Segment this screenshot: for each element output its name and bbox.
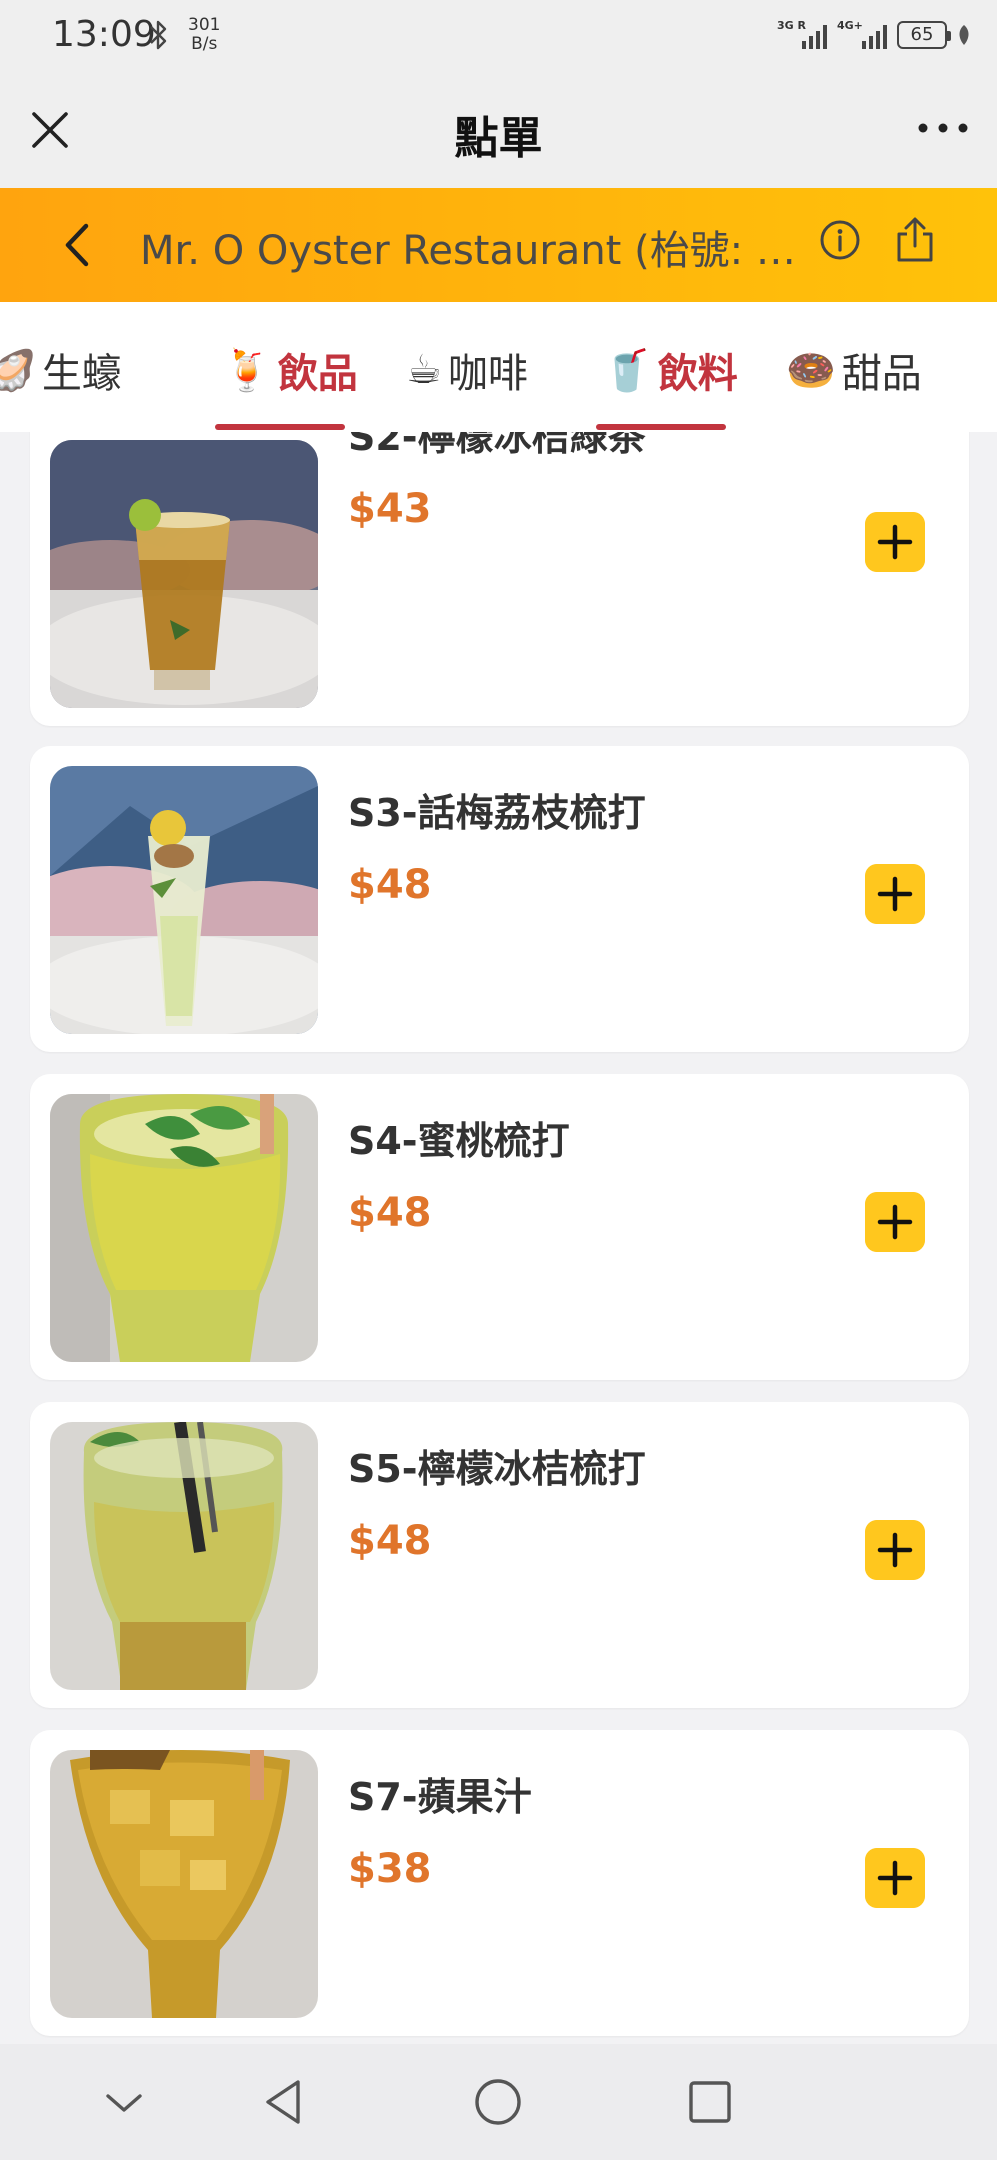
tab-drinks-underline <box>215 424 345 430</box>
category-tabs: 🦪 生蠔 🍹 飲品 ☕ 咖啡 🥤 飲料 🍩 甜品 <box>0 302 997 432</box>
item-name: S2-檸檬冰桔綠茶 <box>348 432 646 459</box>
item-price: $48 <box>348 1190 432 1236</box>
plus-icon[interactable] <box>865 1520 925 1580</box>
item-price: $43 <box>348 486 432 532</box>
item-price: $38 <box>348 1846 432 1892</box>
status-bar: 13:09 301 B/s 3G R 4G+ 65 <box>0 0 997 70</box>
restaurant-name: Mr. O Oyster Restaurant (枱號: .Di... <box>140 228 800 274</box>
menu-item-card[interactable]: S7-蘋果汁 $38 <box>30 1730 969 2036</box>
system-nav-bar <box>0 2044 997 2160</box>
top-bar: 點單 <box>0 70 997 188</box>
tab-desserts[interactable]: 🍩 甜品 <box>786 340 922 400</box>
item-price: $48 <box>348 1518 432 1564</box>
drink-photo <box>50 1422 318 1690</box>
status-time: 13:09 <box>52 14 156 55</box>
tab-label: 飲品 <box>277 351 358 397</box>
item-name: S4-蜜桃梳打 <box>348 1119 570 1163</box>
menu-item-card[interactable]: S2-檸檬冰桔綠茶 $43 <box>30 432 969 726</box>
drink-photo <box>50 766 318 1034</box>
page-title: 點單 <box>454 113 543 164</box>
network-speed: 301 B/s <box>188 15 221 54</box>
tab-label: 咖啡 <box>447 351 528 397</box>
signal-1-icon: 3G R <box>777 19 827 51</box>
nav-home-icon[interactable] <box>472 2076 524 2128</box>
tab-beverages-underline <box>596 424 726 430</box>
bluetooth-icon <box>150 20 167 50</box>
item-name: S7-蘋果汁 <box>348 1775 532 1819</box>
nav-recents-icon[interactable] <box>684 2076 736 2128</box>
tab-label: 飲料 <box>657 351 738 397</box>
battery-icon: 65 <box>897 21 951 49</box>
share-icon[interactable] <box>893 216 937 264</box>
nav-back-icon[interactable] <box>260 2076 312 2128</box>
info-icon[interactable] <box>818 218 862 262</box>
tab-beverages[interactable]: 🥤 飲料 <box>602 340 738 400</box>
plus-icon[interactable] <box>865 512 925 572</box>
cocktail-icon: 🍹 <box>222 347 272 394</box>
tab-drinks[interactable]: 🍹 飲品 <box>222 340 358 400</box>
tab-oysters[interactable]: 🦪 生蠔 <box>0 340 122 400</box>
nav-down-icon[interactable] <box>98 2076 150 2128</box>
back-icon[interactable] <box>58 218 98 272</box>
menu-item-card[interactable]: S3-話梅荔枝梳打 $48 <box>30 746 969 1052</box>
status-indicators: 3G R 4G+ 65 <box>777 18 971 52</box>
signal-2-icon: 4G+ <box>837 19 887 51</box>
tab-label: 生蠔 <box>41 351 122 397</box>
plus-icon[interactable] <box>865 864 925 924</box>
drink-photo <box>50 1750 318 2018</box>
more-icon[interactable] <box>915 116 971 140</box>
drink-photo <box>50 440 318 708</box>
cup-with-straw-icon: 🥤 <box>602 347 652 394</box>
menu-item-card[interactable]: S5-檸檬冰桔梳打 $48 <box>30 1402 969 1708</box>
restaurant-bar: Mr. O Oyster Restaurant (枱號: .Di... <box>0 188 997 302</box>
tab-label: 甜品 <box>841 351 922 397</box>
plus-icon[interactable] <box>865 1848 925 1908</box>
menu-item-card[interactable]: S4-蜜桃梳打 $48 <box>30 1074 969 1380</box>
power-saving-icon <box>959 25 969 45</box>
item-price: $48 <box>348 862 432 908</box>
plus-icon[interactable] <box>865 1192 925 1252</box>
menu-item-list[interactable]: S2-檸檬冰桔綠茶 $43 S3-話梅荔枝梳打 $48 S4-蜜桃梳打 $48 … <box>0 432 997 2044</box>
item-name: S3-話梅荔枝梳打 <box>348 791 646 835</box>
item-name: S5-檸檬冰桔梳打 <box>348 1447 646 1491</box>
coffee-icon: ☕ <box>406 347 442 393</box>
oyster-icon: 🦪 <box>0 347 36 394</box>
doughnut-icon: 🍩 <box>786 347 836 394</box>
drink-photo <box>50 1094 318 1362</box>
tab-coffee[interactable]: ☕ 咖啡 <box>406 340 528 400</box>
